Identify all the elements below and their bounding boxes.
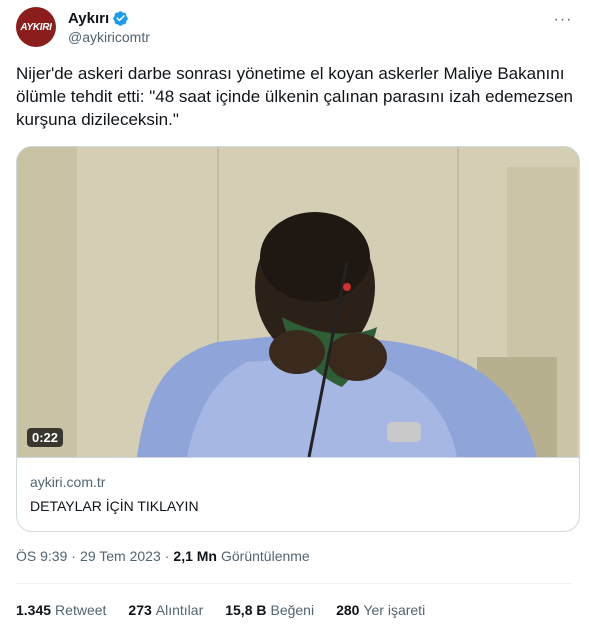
video-frame-image (17, 147, 579, 457)
card-domain: aykiri.com.tr (30, 474, 106, 490)
handle[interactable]: @aykiricomtr (68, 28, 150, 46)
meta-separator: · (71, 548, 77, 564)
like-stat[interactable]: 15,8 B Beğeni (225, 602, 314, 618)
more-horizontal-icon[interactable]: ··· (553, 10, 573, 30)
verified-badge-icon (112, 10, 129, 27)
quote-stat[interactable]: 273 Alıntılar (128, 602, 203, 618)
bookmark-count: 280 (336, 602, 360, 618)
quote-label: Alıntılar (155, 602, 204, 618)
tweet-header: AYKIRI Aykırı @aykiricomtr ··· (16, 6, 573, 48)
tweet-stats: 1.345 Retweet 273 Alıntılar 15,8 B Beğen… (16, 602, 447, 618)
meta-separator: · (164, 548, 170, 564)
like-label: Beğeni (270, 602, 315, 618)
bookmark-label: Yer işareti (363, 602, 426, 618)
link-card[interactable]: 0:22 aykiri.com.tr DETAYLAR İÇİN TIKLAYI… (16, 146, 580, 532)
avatar[interactable]: AYKIRI (16, 7, 56, 47)
tweet-date[interactable]: 29 Tem 2023 (80, 548, 161, 564)
retweet-label: Retweet (55, 602, 107, 618)
card-footer[interactable]: aykiri.com.tr DETAYLAR İÇİN TIKLAYIN (17, 457, 579, 531)
tweet-meta: ÖS 9:39 · 29 Tem 2023 · 2,1 Mn Görüntüle… (16, 548, 310, 564)
like-count: 15,8 B (225, 602, 267, 618)
divider (16, 583, 573, 584)
display-name[interactable]: Aykırı (68, 9, 109, 28)
video-duration: 0:22 (27, 428, 64, 447)
retweet-stat[interactable]: 1.345 Retweet (16, 602, 106, 618)
view-count: 2,1 Mn (173, 548, 217, 564)
bookmark-stat[interactable]: 280 Yer işareti (336, 602, 425, 618)
quote-count: 273 (128, 602, 152, 618)
avatar-logo-text: AYKIRI (20, 21, 52, 33)
retweet-count: 1.345 (16, 602, 52, 618)
name-row: Aykırı (68, 9, 150, 28)
author-names: Aykırı @aykiricomtr (68, 9, 150, 46)
video-thumbnail[interactable]: 0:22 (17, 147, 579, 457)
card-title: DETAYLAR İÇİN TIKLAYIN (30, 498, 199, 514)
tweet-time[interactable]: ÖS 9:39 (16, 548, 67, 564)
tweet-text: Nijer'de askeri darbe sonrası yönetime e… (16, 64, 573, 129)
view-count-label: Görüntülenme (221, 548, 310, 564)
